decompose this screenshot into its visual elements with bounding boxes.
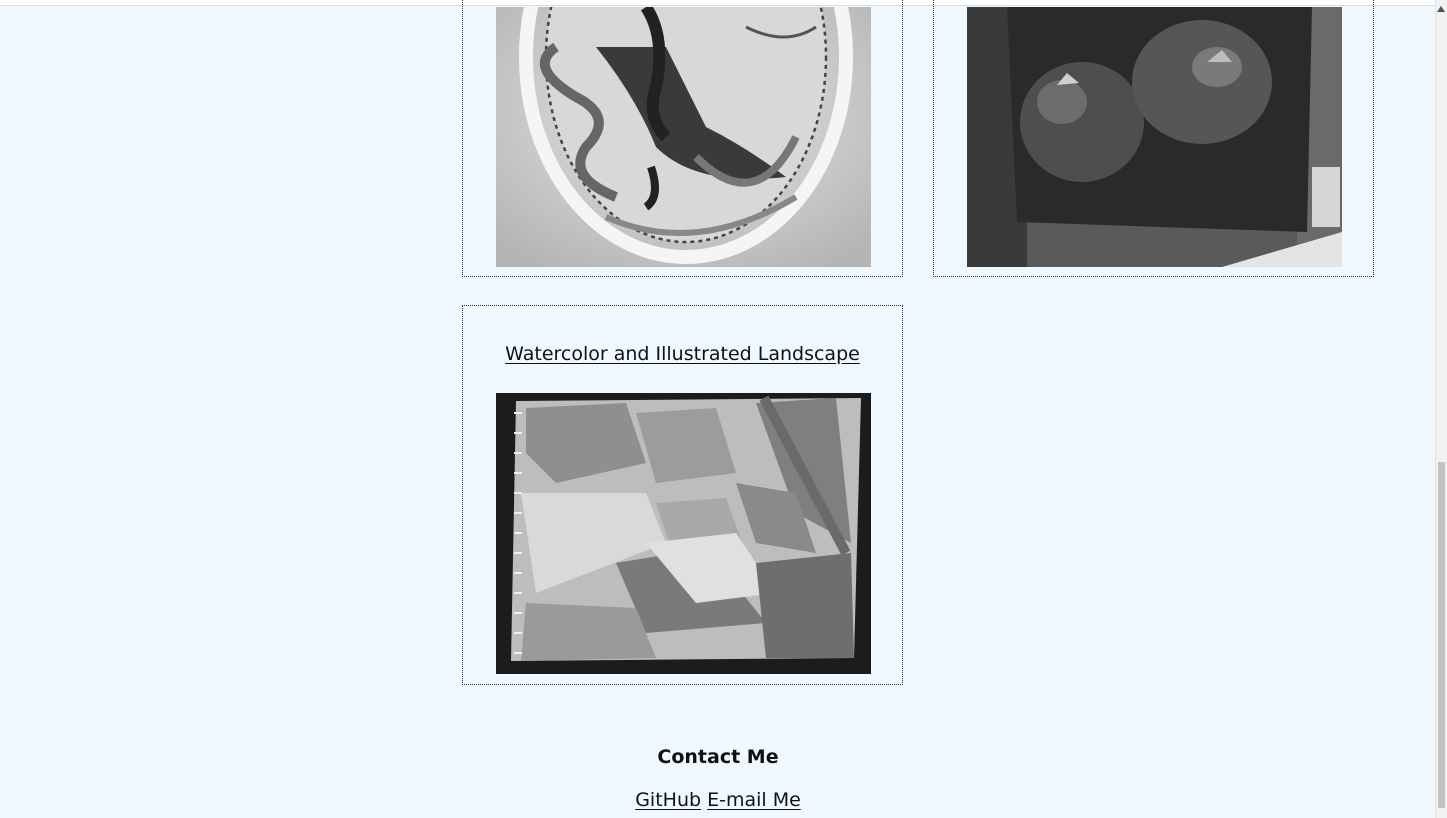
pomegranate-painting-image[interactable] (967, 7, 1342, 267)
contact-section: Contact Me GitHub E-mail Me (0, 745, 1436, 812)
gallery-card-pomegranate (933, 0, 1374, 277)
watercolor-landscape-image[interactable] (496, 393, 871, 674)
watercolor-landscape-link[interactable]: Watercolor and Illustrated Landscape (463, 343, 902, 365)
scroll-up-arrow-icon[interactable] (1437, 6, 1445, 12)
page: Watercolor and Illustrated Landscape Con… (0, 0, 1447, 818)
contact-heading: Contact Me (657, 746, 779, 768)
embroidery-bird-image[interactable] (496, 7, 871, 267)
contact-links: GitHub E-mail Me (0, 788, 1436, 812)
scrollbar-thumb[interactable] (1438, 462, 1445, 808)
gallery-card-embroidery (462, 0, 903, 277)
github-link[interactable]: GitHub (635, 789, 701, 811)
vertical-scrollbar[interactable] (1435, 0, 1447, 818)
gallery-card-watercolor: Watercolor and Illustrated Landscape (462, 305, 903, 685)
email-link[interactable]: E-mail Me (707, 789, 801, 811)
